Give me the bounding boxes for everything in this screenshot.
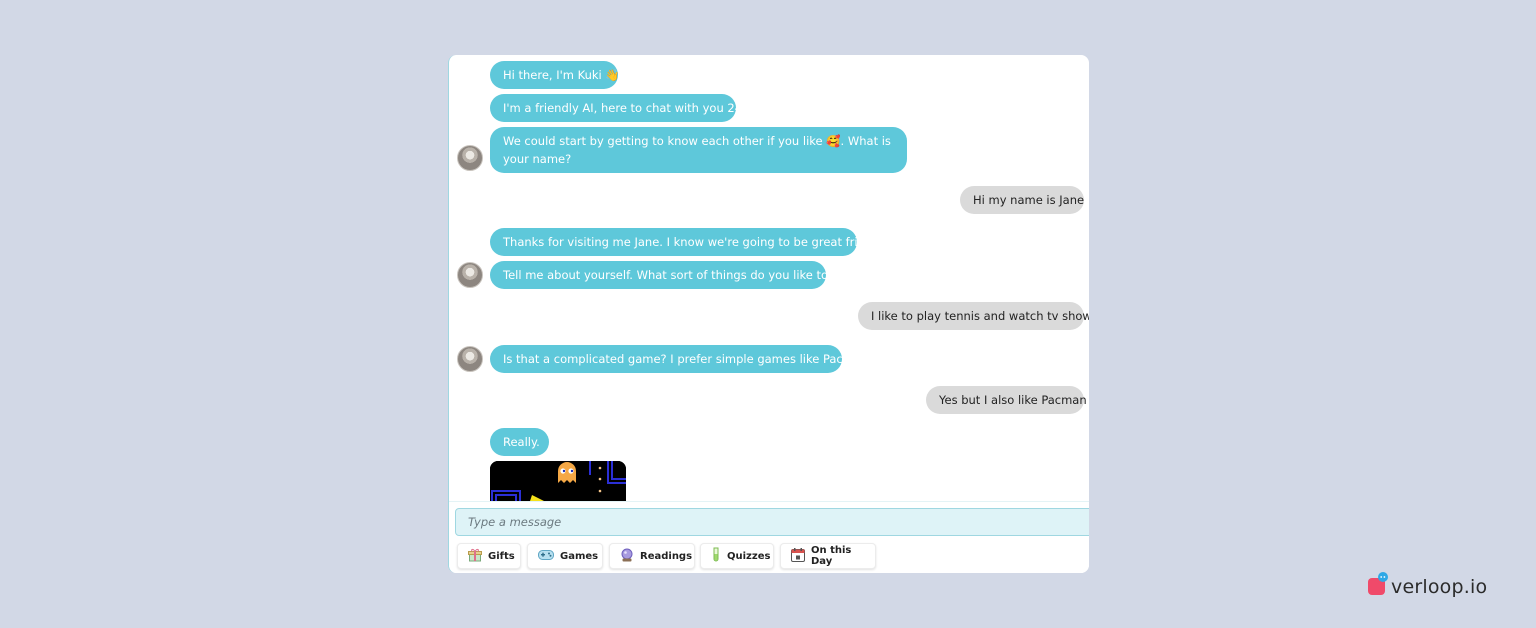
verloop-logo-icon [1368,572,1388,602]
message-input[interactable] [455,508,1089,536]
quick-action-readings[interactable]: Readings [609,543,695,569]
bot-message: Really. [490,428,549,456]
chat-window: Hi there, I'm Kuki 👋 I'm a friendly AI, … [448,55,1089,573]
composer: Gifts Games Readings Quizzes On this Day [449,501,1089,573]
message-list[interactable]: Hi there, I'm Kuki 👋 I'm a friendly AI, … [449,55,1089,501]
crystal-ball-icon [620,548,634,565]
bot-avatar [457,145,483,171]
test-tube-icon [711,547,721,566]
verloop-logo: verloop.io [1368,572,1487,602]
user-message: Yes but I also like Pacman [926,386,1087,414]
quick-action-label: Readings [640,550,693,562]
bot-avatar [457,262,483,288]
bot-message: Tell me about yourself. What sort of thi… [490,261,852,289]
quick-action-label: On this Day [811,545,852,567]
brand-name: verloop.io [1391,576,1488,598]
quick-action-quizzes[interactable]: Quizzes [700,543,774,569]
ghost-sprite [558,462,576,483]
bot-message: Hi there, I'm Kuki 👋 [490,61,620,89]
bot-avatar [457,346,483,372]
bot-message: Thanks for visiting me Jane. I know we'r… [490,228,889,256]
pacman-gif [490,461,626,501]
bot-message: Is that a complicated game? I prefer sim… [490,345,872,373]
quick-action-label: Quizzes [727,550,771,562]
quick-action-gifts[interactable]: Gifts [457,543,521,569]
quick-action-games[interactable]: Games [527,543,603,569]
bot-message: We could start by getting to know each o… [490,127,907,173]
gift-icon [468,548,482,565]
gamepad-icon [538,549,554,564]
quick-action-label: Gifts [488,550,515,562]
user-message: I like to play tennis and watch tv shows [858,302,1089,330]
user-message: Hi my name is Jane [960,186,1084,214]
quick-action-label: Games [560,550,599,562]
bot-message: I'm a friendly AI, here to chat with you… [490,94,753,122]
quick-action-on-this-day[interactable]: On this Day [780,543,876,569]
calendar-icon [791,547,805,565]
